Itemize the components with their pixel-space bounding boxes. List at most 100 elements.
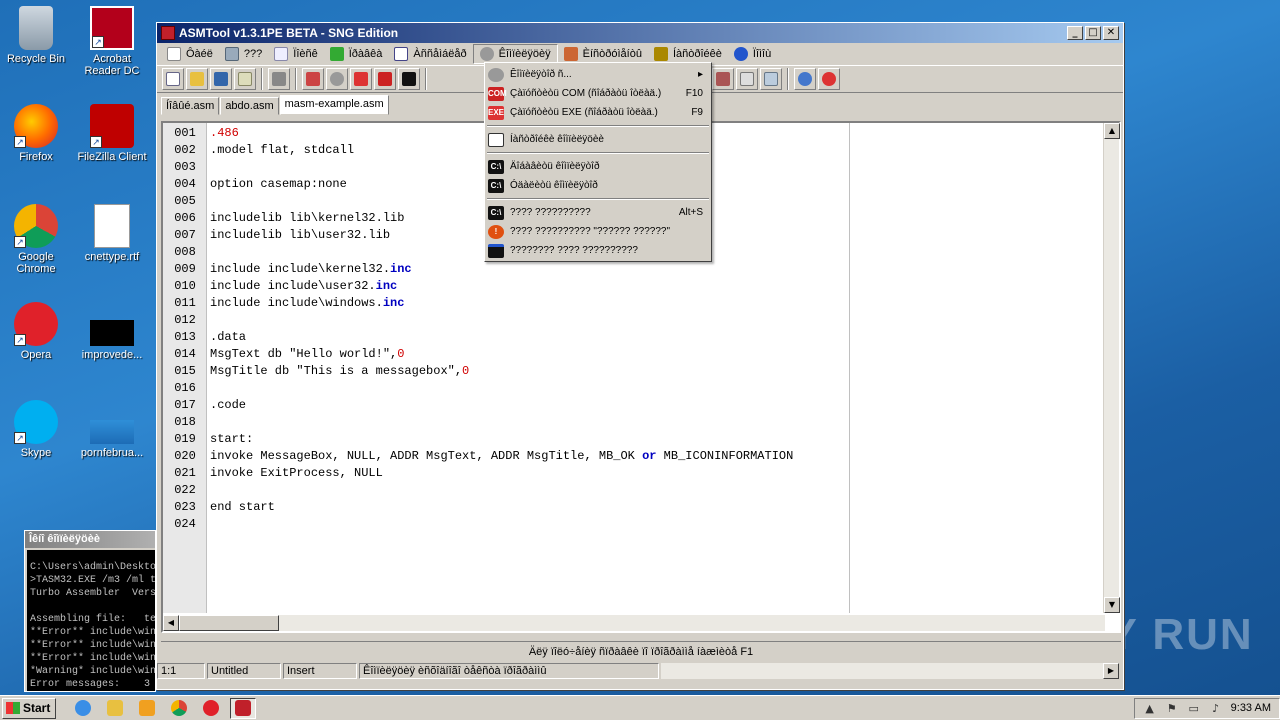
- code-line: 018: [163, 414, 793, 431]
- desktop-icon-improvede[interactable]: improvede...: [74, 302, 150, 361]
- status-scrollbar[interactable]: ▶: [661, 663, 1119, 679]
- maximize-button[interactable]: □: [1085, 26, 1101, 40]
- about-button[interactable]: [794, 68, 816, 90]
- menu-item-label: Óäàëèòü êîìïèëÿòîð: [510, 180, 598, 191]
- desktop-icon-filezilla[interactable]: ↗ FileZilla Client: [74, 104, 150, 163]
- menu-item-shortcut: F9: [691, 107, 703, 118]
- tool-button-cut[interactable]: [712, 68, 734, 90]
- menu-tools[interactable]: Èíñòðóìåíòû: [558, 44, 648, 64]
- menu-help[interactable]: Ïîìîù: [728, 44, 777, 64]
- scroll-down-button[interactable]: ▼: [1104, 597, 1120, 613]
- scroll-left-button[interactable]: ◀: [163, 615, 179, 631]
- menu-edit-unknown[interactable]: ???: [219, 44, 268, 64]
- save-icon: [214, 72, 228, 86]
- console-button[interactable]: [398, 68, 420, 90]
- menu-compile[interactable]: Êîìïèëÿöèÿ: [472, 44, 558, 64]
- tray-expand-icon[interactable]: ▲: [1143, 702, 1157, 715]
- tool-button-paste[interactable]: [736, 68, 758, 90]
- scroll-up-button[interactable]: ▲: [1104, 123, 1120, 139]
- menu-item-warning[interactable]: ! ???? ?????????? "?????? ??????": [485, 222, 711, 241]
- menu-search[interactable]: Ïîèñê: [268, 44, 323, 64]
- app-icon: [161, 26, 175, 40]
- run-exe-button[interactable]: [350, 68, 372, 90]
- menu-file[interactable]: Ôàéë: [161, 44, 219, 64]
- desktop-icon-firefox[interactable]: ↗ Firefox: [0, 104, 74, 163]
- print-button[interactable]: [268, 68, 290, 90]
- menu-item-compile-settings[interactable]: Íàñòðîéêè êîìïèëÿöèè: [485, 130, 711, 149]
- menu-label: Íàñòðîéêè: [672, 48, 722, 60]
- desktop-icon-cnettype[interactable]: cnettype.rtf: [74, 204, 150, 263]
- tab-abdo[interactable]: abdo.asm: [220, 97, 279, 115]
- paste-icon: [740, 72, 754, 86]
- save-all-button[interactable]: [234, 68, 256, 90]
- horizontal-scrollbar[interactable]: ◀: [163, 615, 1105, 631]
- exe-icon: [354, 72, 368, 86]
- desktop-icon-label: Firefox: [19, 151, 53, 163]
- gear-icon: [479, 47, 494, 61]
- clock[interactable]: 9:33 AM: [1231, 702, 1271, 714]
- menu-item-compiler-submenu[interactable]: Êîìïèëÿòîð ñ... ▸: [485, 65, 711, 84]
- desktop-icon-recycle-bin[interactable]: Recycle Bin: [0, 6, 74, 65]
- menu-item-run-exe[interactable]: EXE Çàïóñòèòü EXE (ñîáðàòü îòëàä.) F9: [485, 103, 711, 122]
- compile-options-button[interactable]: [326, 68, 348, 90]
- save-button[interactable]: [210, 68, 232, 90]
- close-button[interactable]: ✕: [1103, 26, 1119, 40]
- desktop-icon-label: Acrobat Reader DC: [84, 53, 140, 77]
- line-number: 011: [174, 296, 196, 310]
- menu-settings[interactable]: Íàñòðîéêè: [648, 44, 728, 64]
- tool-button-list[interactable]: [760, 68, 782, 90]
- menu-assembler[interactable]: Àññåìáëåð: [388, 44, 472, 64]
- menu-label: Àññåìáëåð: [413, 48, 467, 60]
- menu-edit[interactable]: Ïðàâêà: [324, 44, 389, 64]
- line-number: 019: [174, 432, 196, 446]
- exe-icon: EXE: [488, 105, 504, 120]
- new-file-button[interactable]: [162, 68, 184, 90]
- menu-item-add-compiler[interactable]: C:\ Äîáàâèòü êîìïèëÿòîð: [485, 157, 711, 176]
- tab-masm-example[interactable]: masm-example.asm: [279, 95, 389, 115]
- volume-icon[interactable]: ♪: [1209, 702, 1223, 715]
- desktop-icon-skype[interactable]: ↗ Skype: [0, 400, 74, 459]
- toolbar-separator: [295, 68, 297, 90]
- console-icon: [402, 72, 416, 86]
- horizontal-scroll-thumb[interactable]: [179, 615, 279, 631]
- skype-icon: ↗: [14, 400, 58, 444]
- code-text: include include\windows.inc: [210, 296, 405, 310]
- run-com-button[interactable]: [374, 68, 396, 90]
- taskbar-opera[interactable]: [198, 698, 224, 719]
- tab-new-file[interactable]: Íîâûé.asm: [161, 97, 220, 115]
- menu-item-output-window[interactable]: ???????? ???? ??????????: [485, 241, 711, 260]
- taskbar-asmtool[interactable]: [230, 697, 256, 719]
- status-bar: 1:1 Untitled Insert Êîìïèëÿöèÿ èñõîäíîãî…: [157, 663, 1123, 679]
- taskbar-explorer[interactable]: [102, 698, 128, 719]
- build-button[interactable]: [302, 68, 324, 90]
- line-number: 009: [174, 262, 196, 276]
- action-center-flag-icon[interactable]: ⚑: [1165, 702, 1179, 715]
- open-file-button[interactable]: [186, 68, 208, 90]
- line-number: 010: [174, 279, 196, 293]
- taskbar-ie[interactable]: [70, 698, 96, 719]
- desktop-icon-pornfebrua[interactable]: pornfebrua...: [74, 400, 150, 459]
- desktop-icon-chrome[interactable]: ↗ Google Chrome: [0, 204, 74, 275]
- network-icon[interactable]: ▭: [1187, 702, 1201, 715]
- taskbar-chrome[interactable]: [166, 698, 192, 719]
- title-bar[interactable]: ASMTool v1.3.1PE BETA - SNG Edition _ □ …: [157, 23, 1123, 43]
- tools-icon: [563, 47, 578, 61]
- minimize-button[interactable]: _: [1067, 26, 1083, 40]
- exit-button[interactable]: [818, 68, 840, 90]
- save-all-icon: [238, 72, 252, 86]
- compile-output-title[interactable]: Îêíî êîìïèëÿöèè: [25, 531, 155, 548]
- menu-item-remove-compiler[interactable]: C:\ Óäàëèòü êîìïèëÿòîð: [485, 176, 711, 195]
- scroll-right-button[interactable]: ▶: [1103, 663, 1119, 679]
- black-file-icon: [90, 320, 134, 346]
- start-button[interactable]: Start: [2, 697, 56, 719]
- desktop-icon-opera[interactable]: ↗ Opera: [0, 302, 74, 361]
- code-text: option casemap:none: [210, 177, 347, 191]
- taskbar-media-player[interactable]: [134, 698, 160, 719]
- menu-item-console-alt-s[interactable]: C:\ ???? ?????????? Alt+S: [485, 203, 711, 222]
- desktop-icon-acrobat[interactable]: ↗ Acrobat Reader DC: [74, 6, 150, 77]
- vertical-scrollbar[interactable]: ▲ ▼: [1103, 123, 1120, 613]
- start-label: Start: [23, 701, 51, 715]
- menu-item-run-com[interactable]: COM Çàïóñòèòü COM (ñîáðàòü îòëàä.) F10: [485, 84, 711, 103]
- code-line: 019 start:: [163, 431, 793, 448]
